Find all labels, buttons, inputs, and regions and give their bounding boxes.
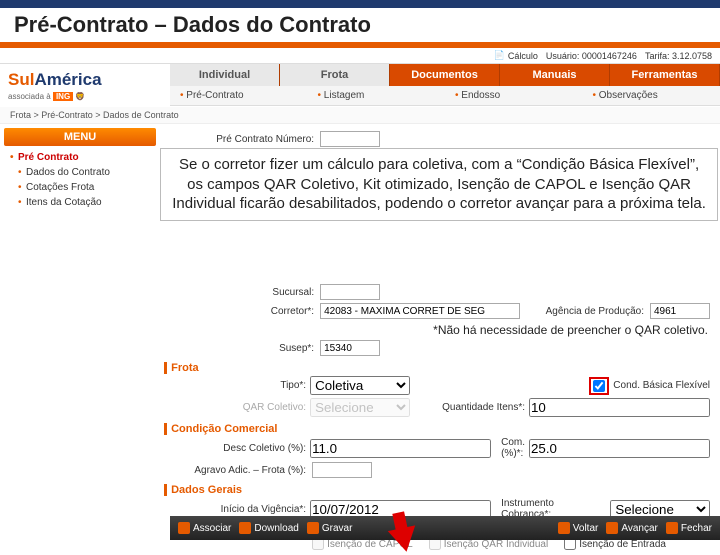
top-tabs: Individual Frota Documentos Manuais Ferr… [170, 64, 720, 86]
annotation-text: Se o corretor fizer um cálculo para cole… [171, 155, 707, 214]
calc-link[interactable]: 📄 Cálculo [494, 50, 538, 61]
sidebar-item-pre-contrato[interactable]: Pré Contrato [10, 150, 150, 165]
susep-input[interactable] [320, 340, 380, 356]
save-icon [307, 522, 319, 534]
voltar-button[interactable]: Voltar [558, 522, 599, 534]
footer-toolbar: Associar Download Gravar Voltar Avançar … [170, 516, 720, 540]
cond-flex-highlight [589, 377, 609, 395]
app-header-strip: 📄 Cálculo Usuário: 00001467246 Tarifa: 3… [0, 48, 720, 64]
qar-coletivo-label: QAR Coletivo: [164, 402, 306, 413]
cond-flex-checkbox[interactable] [593, 380, 605, 392]
subtab-observacoes[interactable]: Observações [583, 86, 720, 105]
tab-individual[interactable]: Individual [170, 64, 280, 86]
close-icon [666, 522, 678, 534]
agravo-input[interactable] [312, 462, 372, 478]
tab-documentos[interactable]: Documentos [390, 64, 500, 86]
section-frota: Frota [164, 362, 710, 374]
subtab-pre-contrato[interactable]: Pré-Contrato [170, 86, 308, 105]
tab-manuais[interactable]: Manuais [500, 64, 610, 86]
qar-coletivo-select: Selecione [310, 398, 410, 417]
sub-tabs: Pré-Contrato Listagem Endosso Observaçõe… [170, 86, 720, 106]
annotation-callout: Se o corretor fizer um cálculo para cole… [160, 148, 718, 221]
corretor-input[interactable] [320, 303, 520, 319]
desc-coletivo-input[interactable] [310, 439, 491, 458]
slide-title: Pré-Contrato – Dados do Contrato [14, 12, 706, 38]
comissao-label: Com.(%)*: [501, 437, 525, 459]
subtab-endosso[interactable]: Endosso [445, 86, 583, 105]
avancar-button[interactable]: Avançar [606, 522, 658, 534]
section-dados-gerais: Dados Gerais [164, 484, 710, 496]
menu-header: MENU [4, 128, 156, 146]
comissao-input[interactable] [529, 439, 710, 458]
pre-num-input[interactable] [320, 131, 380, 147]
subtab-listagem[interactable]: Listagem [308, 86, 446, 105]
section-cond-comercial: Condição Comercial [164, 423, 710, 435]
qtd-itens-label: Quantidade Itens*: [442, 402, 525, 413]
download-button[interactable]: Download [239, 522, 298, 534]
corretor-label: Corretor*: [164, 306, 314, 317]
isencao-qar-ind-label: Isenção QAR Individual [444, 539, 549, 550]
desc-coletivo-label: Desc Coletivo (%): [164, 443, 306, 454]
inicio-vigencia-label: Início da Vigência*: [164, 504, 306, 515]
sucursal-label: Sucursal: [164, 287, 314, 298]
agencia-input[interactable] [650, 303, 710, 319]
sidebar-item-cotacoes-frota[interactable]: Cotações Frota [10, 180, 150, 195]
breadcrumb: Frota > Pré-Contrato > Dados de Contrato [0, 107, 720, 124]
pre-num-label: Pré Contrato Número: [164, 134, 314, 145]
sidebar: MENU Pré Contrato Dados do Contrato Cota… [0, 124, 160, 552]
sidebar-item-dados-contrato[interactable]: Dados do Contrato [10, 165, 150, 180]
susep-label: Susep*: [164, 343, 314, 354]
tipo-frota-label: Tipo*: [164, 380, 306, 391]
cond-flex-label: Cond. Básica Flexível [613, 380, 710, 391]
tipo-frota-select[interactable]: Coletiva [310, 376, 410, 395]
user-label: Usuário: 00001467246 [546, 51, 637, 61]
qtd-itens-input[interactable] [529, 398, 710, 417]
associar-button[interactable]: Associar [178, 522, 231, 534]
slide-title-bar: Pré-Contrato – Dados do Contrato [0, 0, 720, 48]
content-area: Pré Contrato Número: Tipo Segurado*: Pes… [160, 124, 720, 552]
sucursal-input[interactable] [320, 284, 380, 300]
forward-icon [606, 522, 618, 534]
tariff-label: Tarifa: 3.12.0758 [645, 51, 712, 61]
link-icon [178, 522, 190, 534]
back-icon [558, 522, 570, 534]
download-icon [239, 522, 251, 534]
fechar-button[interactable]: Fechar [666, 522, 712, 534]
agravo-label: Agravo Adic. – Frota (%): [164, 465, 306, 476]
annotation-note: *Não há necessidade de preencher o QAR c… [166, 323, 708, 337]
sidebar-item-itens-cotacao[interactable]: Itens da Cotação [10, 195, 150, 210]
tab-ferramentas[interactable]: Ferramentas [610, 64, 720, 86]
gravar-button[interactable]: Gravar [307, 522, 353, 534]
logo: SulAmérica associada à ING 🦁 [0, 64, 170, 107]
agencia-label: Agência de Produção: [546, 306, 644, 317]
isencao-entrada-label: Isenção de Entrada [579, 539, 666, 550]
tab-frota[interactable]: Frota [280, 64, 390, 86]
